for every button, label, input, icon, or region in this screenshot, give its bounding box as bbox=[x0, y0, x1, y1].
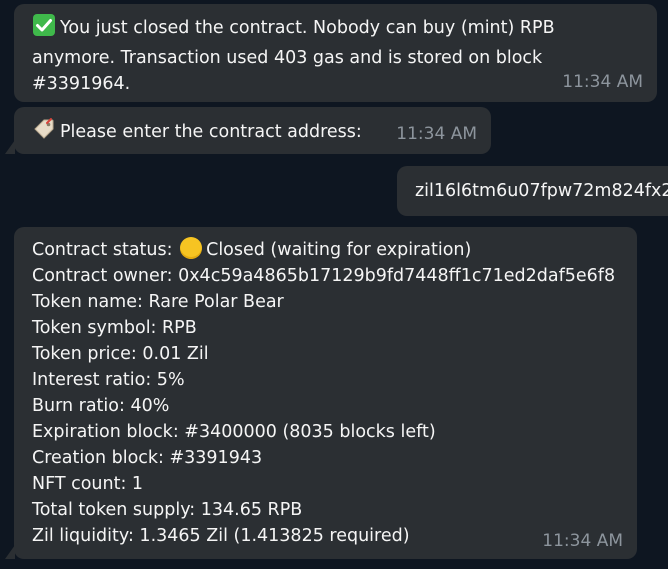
creation-block-line: Creation block: #3391943 bbox=[32, 448, 263, 468]
nft-count-line: NFT count: 1 bbox=[32, 474, 144, 494]
message-timestamp: 11:34 AM bbox=[542, 531, 623, 551]
message-contract-closed: You just closed the contract. Nobody can… bbox=[14, 4, 657, 102]
label-tag-icon bbox=[32, 117, 56, 149]
message-text: zil16l6tm6u07fpw72m824fx2 bbox=[415, 181, 668, 201]
burn-ratio-line: Burn ratio: 40% bbox=[32, 396, 170, 416]
token-price-line: Token price: 0.01 Zil bbox=[32, 344, 209, 364]
status-value: Closed (waiting for expiration) bbox=[206, 240, 472, 260]
message-text: Please enter the contract address: bbox=[60, 122, 362, 142]
message-timestamp: 11:34 AM bbox=[562, 72, 643, 92]
message-text-line: anymore. Transaction used 403 gas and is… bbox=[32, 48, 543, 68]
yellow-circle-icon bbox=[180, 237, 203, 259]
total-supply-line: Total token supply: 134.65 RPB bbox=[32, 500, 303, 520]
zil-liquidity-line: Zil liquidity: 1.3465 Zil (1.413825 requ… bbox=[32, 526, 410, 546]
check-mark-button-icon bbox=[32, 13, 56, 45]
interest-ratio-line: Interest ratio: 5% bbox=[32, 370, 185, 390]
status-label: Contract status: bbox=[32, 240, 173, 260]
token-symbol-line: Token symbol: RPB bbox=[32, 318, 197, 338]
status-line: Contract status: Closed (waiting for exp… bbox=[32, 237, 621, 263]
message-text: You just closed the contract. Nobody can… bbox=[60, 18, 555, 38]
contract-owner-line: Contract owner: 0x4c59a4865b17129b9fd744… bbox=[32, 266, 616, 286]
message-user-address-reply: zil16l6tm6u07fpw72m824fx2 bbox=[397, 166, 668, 216]
message-enter-address-prompt: Please enter the contract address: 11:34… bbox=[5, 107, 491, 154]
message-text-line: You just closed the contract. Nobody can… bbox=[32, 13, 637, 45]
message-text-line: #3391964. bbox=[32, 74, 131, 94]
token-name-line: Token name: Rare Polar Bear bbox=[32, 292, 284, 312]
expiration-block-line: Expiration block: #3400000 (8035 blocks … bbox=[32, 422, 436, 442]
message-timestamp: 11:34 AM bbox=[396, 124, 477, 144]
message-contract-status: Contract status: Closed (waiting for exp… bbox=[5, 227, 637, 559]
